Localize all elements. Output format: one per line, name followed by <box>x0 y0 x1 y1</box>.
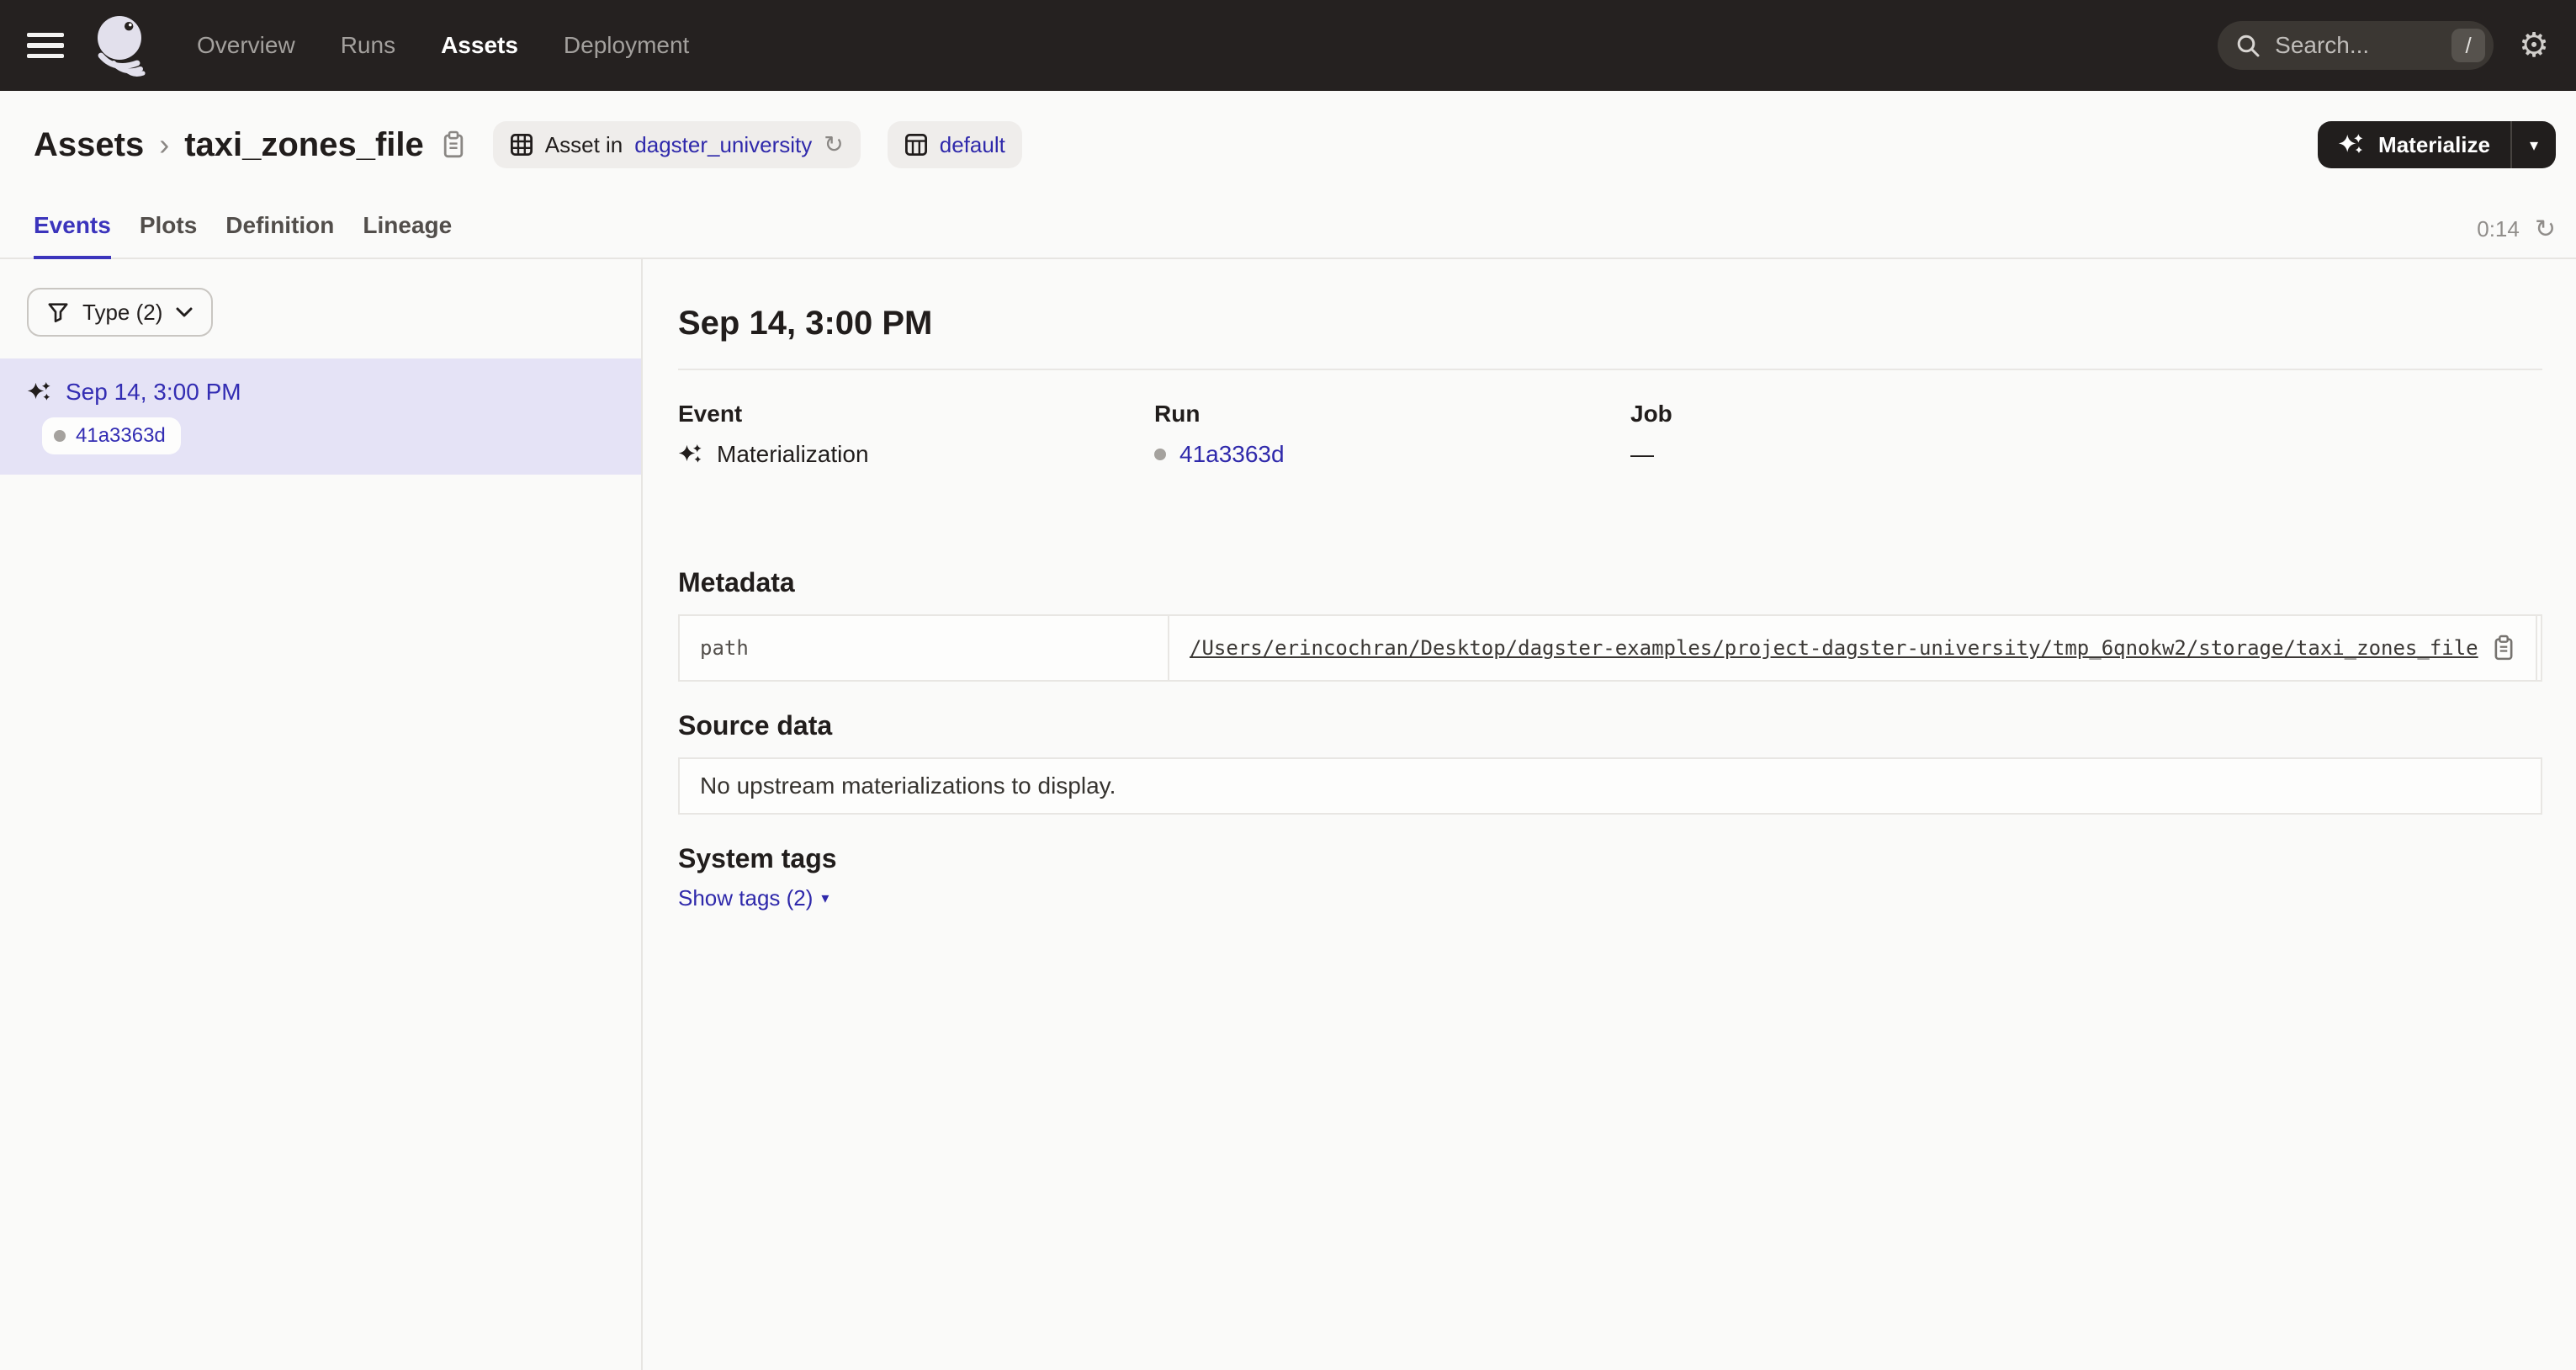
materialize-caret-button[interactable]: ▾ <box>2512 121 2556 168</box>
search-placeholder: Search... <box>2275 32 2451 59</box>
run-column: Run 41a3363d <box>1154 399 1630 471</box>
dagster-app: Overview Runs Assets Deployment Search..… <box>0 0 2576 1370</box>
run-status-dot <box>1154 449 1166 460</box>
main-nav: Overview Runs Assets Deployment <box>197 32 689 59</box>
materialization-sparkle-icon <box>678 442 703 467</box>
event-summary-grid: Event Materialization Run 41a3363d <box>678 399 2542 471</box>
breadcrumb-assets-link[interactable]: Assets <box>34 126 144 164</box>
tab-lineage[interactable]: Lineage <box>363 199 452 259</box>
search-icon <box>2236 34 2260 57</box>
auto-refresh-timer: 0:14 ↻ <box>2477 216 2556 258</box>
event-detail-panel: Sep 14, 3:00 PM Event Materialization Ru… <box>643 259 2576 1370</box>
dagster-logo-icon[interactable] <box>89 12 156 79</box>
materialize-split-button: Materialize ▾ <box>2318 121 2556 168</box>
asset-group-icon <box>904 133 928 157</box>
asset-location-pill: Asset in dagster_university ↻ <box>493 121 861 168</box>
show-tags-toggle[interactable]: Show tags (2) ▾ <box>678 885 829 911</box>
asset-table-icon <box>510 133 533 157</box>
tab-events[interactable]: Events <box>34 199 111 259</box>
filter-funnel-icon <box>47 301 69 323</box>
content-area: Type (2) Sep 14, 3:00 PM 41a3363d S <box>0 259 2576 1370</box>
system-tags-heading: System tags <box>678 842 2542 875</box>
run-label: Run <box>1154 399 1630 429</box>
nav-item-assets[interactable]: Assets <box>441 32 518 59</box>
metadata-expand-cell <box>2536 616 2564 680</box>
run-id: 41a3363d <box>76 424 166 448</box>
divider <box>678 369 2542 370</box>
type-filter-button[interactable]: Type (2) <box>27 288 213 337</box>
refresh-icon[interactable]: ↻ <box>2535 217 2556 242</box>
materialization-sparkle-icon <box>27 380 52 405</box>
tabs-row: Events Plots Definition Lineage 0:14 ↻ <box>0 199 2576 259</box>
breadcrumb-row: Assets › taxi_zones_file Asset in dagste… <box>0 91 2576 178</box>
nav-item-overview[interactable]: Overview <box>197 32 295 59</box>
event-column: Event Materialization <box>678 399 1154 471</box>
metadata-key-cell: path <box>680 616 1168 680</box>
event-timestamp: Sep 14, 3:00 PM <box>66 379 241 406</box>
caret-down-icon: ▾ <box>2530 135 2538 156</box>
event-label: Event <box>678 399 1154 429</box>
page-title: taxi_zones_file <box>184 126 424 164</box>
events-sidebar: Type (2) Sep 14, 3:00 PM 41a3363d <box>0 259 643 1370</box>
filter-bar: Type (2) <box>0 259 641 358</box>
copy-path-icon[interactable] <box>2492 635 2515 661</box>
metadata-heading: Metadata <box>678 566 2542 599</box>
asset-group-pill: default <box>888 121 1022 168</box>
event-list-item-selected[interactable]: Sep 14, 3:00 PM 41a3363d <box>0 358 641 475</box>
run-id-link[interactable]: 41a3363d <box>1179 438 1285 471</box>
page-header: Assets › taxi_zones_file Asset in dagste… <box>0 91 2576 259</box>
show-tags-label: Show tags (2) <box>678 885 813 911</box>
run-status-dot <box>54 430 66 442</box>
nav-item-runs[interactable]: Runs <box>341 32 395 59</box>
top-nav: Overview Runs Assets Deployment Search..… <box>0 0 2576 91</box>
source-data-heading: Source data <box>678 709 2542 742</box>
gear-icon[interactable]: ⚙ <box>2519 29 2549 62</box>
asset-group-link[interactable]: default <box>940 132 1005 158</box>
copy-asset-name-icon[interactable] <box>441 130 466 159</box>
nav-item-deployment[interactable]: Deployment <box>564 32 689 59</box>
search-shortcut-key: / <box>2451 29 2485 62</box>
job-label: Job <box>1630 399 2542 429</box>
chevron-down-icon <box>176 307 193 317</box>
breadcrumb: Assets › taxi_zones_file <box>34 126 424 164</box>
job-column: Job — <box>1630 399 2542 471</box>
job-value: — <box>1630 438 1654 471</box>
event-type-value: Materialization <box>717 438 869 471</box>
event-detail-title: Sep 14, 3:00 PM <box>678 303 2542 343</box>
caret-down-icon: ▾ <box>821 889 829 907</box>
tab-plots[interactable]: Plots <box>140 199 197 259</box>
search-input[interactable]: Search... / <box>2218 21 2494 70</box>
run-id-badge[interactable]: 41a3363d <box>42 417 181 454</box>
refresh-countdown: 0:14 <box>2477 216 2520 242</box>
metadata-table: path /Users/erincochran/Desktop/dagster-… <box>678 614 2542 682</box>
source-data-empty-state: No upstream materializations to display. <box>678 757 2542 815</box>
metadata-path-link[interactable]: /Users/erincochran/Desktop/dagster-examp… <box>1190 636 2478 660</box>
code-location-link[interactable]: dagster_university <box>634 132 812 158</box>
metadata-value-cell: /Users/erincochran/Desktop/dagster-examp… <box>1168 616 2536 680</box>
breadcrumb-separator: › <box>159 127 169 162</box>
event-timestamp-row: Sep 14, 3:00 PM <box>27 379 614 406</box>
tab-definition[interactable]: Definition <box>225 199 334 259</box>
reload-location-icon[interactable]: ↻ <box>824 133 843 157</box>
materialize-label: Materialize <box>2378 132 2490 158</box>
sparkle-icon <box>2338 131 2365 158</box>
source-data-empty-message: No upstream materializations to display. <box>700 773 1116 799</box>
type-filter-label: Type (2) <box>82 300 162 326</box>
materialize-button[interactable]: Materialize <box>2318 121 2510 168</box>
asset-in-label: Asset in <box>545 132 623 158</box>
hamburger-menu-icon[interactable] <box>27 33 64 58</box>
